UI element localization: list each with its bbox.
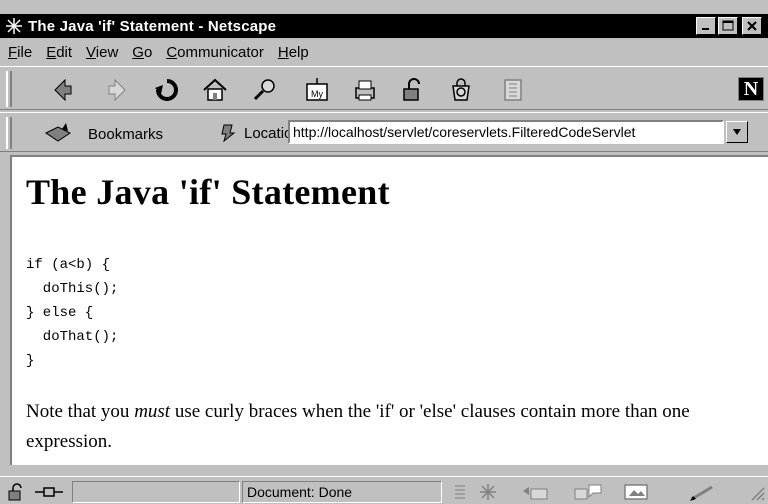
stop-icon[interactable] [498,75,528,105]
forward-icon[interactable] [102,75,132,105]
mail-icon[interactable] [520,482,552,502]
page-content: The Java 'if' Statement if (a<b) { doThi… [10,155,768,465]
search-icon[interactable] [250,75,280,105]
progress-field [72,481,240,503]
location-page-icon[interactable] [218,123,238,143]
navigation-toolbar: My N [0,66,768,110]
close-button[interactable] [742,17,762,35]
code-line: } else { [26,305,94,321]
minimize-button[interactable] [696,17,716,35]
menu-file[interactable]: File [8,44,32,61]
security-lock-icon[interactable] [4,482,28,502]
title-bar: The Java 'if' Statement - Netscape [0,14,768,38]
code-line: doThis(); [26,281,119,297]
bookmarks-label: Bookmarks [88,125,164,143]
discussion-icon[interactable] [572,482,604,502]
netscape-app-icon[interactable] [4,16,24,36]
home-icon[interactable] [200,75,230,105]
note-paragraph: Note that you must use curly braces when… [26,397,746,457]
svg-text:My: My [311,89,323,99]
resize-grip-icon[interactable] [744,482,768,502]
locbar-grip[interactable] [6,117,12,149]
my-netscape-icon[interactable]: My [302,75,332,105]
menu-communicator[interactable]: Communicator [166,44,264,61]
composer-icon[interactable] [620,482,652,502]
component-bar-grip[interactable] [448,482,472,502]
toolbar-grip[interactable] [6,71,12,107]
menu-view[interactable]: View [86,44,118,61]
bookmarks-button[interactable]: Bookmarks [42,123,163,145]
note-emphasis: must [134,401,171,422]
print-icon[interactable] [350,75,380,105]
code-block: if (a<b) { doThis(); } else { doThat();} [26,253,118,373]
window-title: The Java 'if' Statement - Netscape [28,17,277,35]
browser-window: The Java 'if' Statement - Netscape File … [0,0,768,504]
back-icon[interactable] [48,75,78,105]
connection-icon[interactable] [32,482,66,502]
menu-go[interactable]: Go [132,44,152,61]
code-line: if (a<b) { [26,257,111,273]
menu-help[interactable]: Help [278,44,309,61]
location-url-input[interactable]: http://localhost/servlet/coreservlets.Fi… [288,120,724,144]
location-toolbar: Bookmarks Location: http://localhost/ser… [0,112,768,152]
netscape-logo[interactable]: N [738,77,764,101]
menu-edit[interactable]: Edit [46,44,72,61]
edit-pen-icon[interactable] [686,482,718,502]
security-icon[interactable] [398,75,428,105]
shop-icon[interactable] [446,75,476,105]
location-dropdown-button[interactable] [726,121,748,143]
chevron-down-icon [733,129,741,135]
bookmarks-icon [45,123,71,142]
maximize-button[interactable] [718,17,738,35]
navigator-icon[interactable] [476,482,500,502]
status-bar: Document: Done [0,476,768,504]
status-text: Document: Done [242,481,442,503]
menu-bar: File Edit View Go Communicator Help [0,40,768,64]
reload-icon[interactable] [152,75,182,105]
code-line: doThat(); [26,329,119,345]
code-line: } [26,353,35,369]
page-heading: The Java 'if' Statement [26,172,390,212]
note-text-start: Note that you [26,401,135,422]
